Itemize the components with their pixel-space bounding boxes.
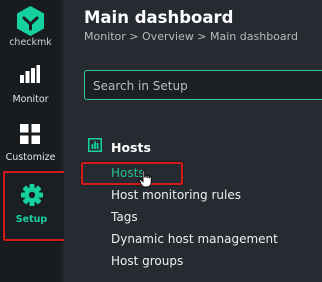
sidebar-item-setup[interactable]: Setup <box>4 172 64 240</box>
search-input[interactable] <box>93 77 322 94</box>
menu-item-tags[interactable]: Tags <box>111 210 138 224</box>
bar-chart-icon <box>20 65 40 83</box>
menu-item-host-groups[interactable]: Host groups <box>111 254 183 268</box>
grid-icon <box>20 124 40 144</box>
menu-item-host-monitoring-rules[interactable]: Host monitoring rules <box>111 188 241 202</box>
logo-text: checkmk <box>9 37 52 48</box>
sidebar-item-label: Customize <box>5 152 56 163</box>
checkmk-logo[interactable]: checkmk <box>0 0 61 55</box>
search-box[interactable] <box>84 70 322 100</box>
hosts-section-icon <box>88 138 102 152</box>
section-title-hosts: Hosts <box>111 140 151 155</box>
checkmk-logo-icon <box>17 6 44 36</box>
gear-icon <box>21 184 43 206</box>
sidebar-item-label: Setup <box>15 214 48 225</box>
sidebar-item-monitor[interactable]: Monitor <box>0 60 61 114</box>
sidebar-item-label: Monitor <box>12 94 49 105</box>
sidebar-item-customize[interactable]: Customize <box>0 118 61 172</box>
page-title: Main dashboard <box>84 8 234 27</box>
hand-cursor-icon <box>139 170 152 188</box>
menu-item-dynamic-host-management[interactable]: Dynamic host management <box>111 232 278 246</box>
sidebar: checkmk Monitor Customize Setup <box>0 0 64 282</box>
breadcrumb[interactable]: Monitor > Overview > Main dashboard <box>84 30 298 43</box>
